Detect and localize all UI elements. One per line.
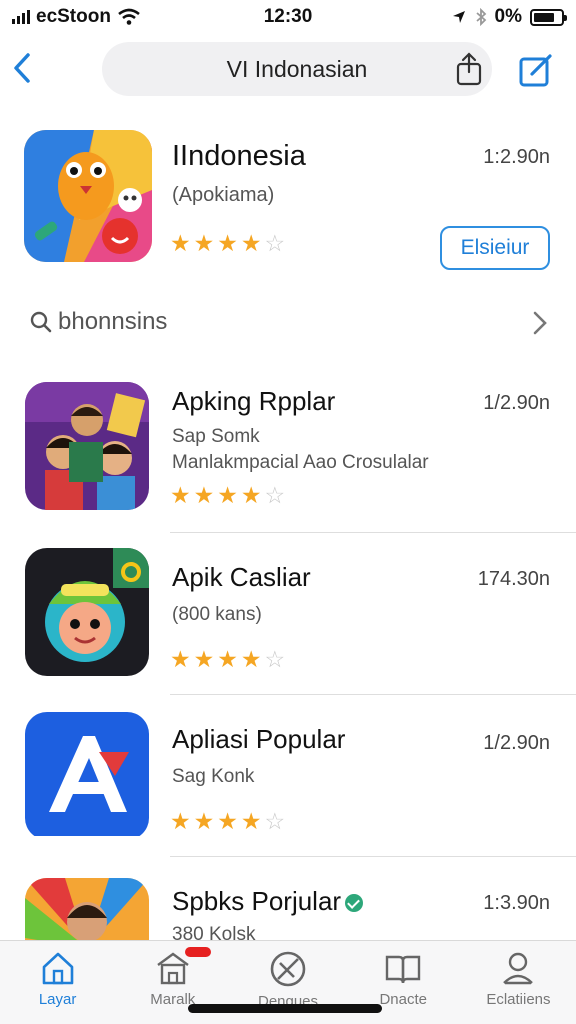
search-field[interactable]: VI Indonasian xyxy=(102,42,492,96)
status-right: 0% xyxy=(451,6,567,28)
divider xyxy=(170,694,576,695)
location-icon xyxy=(452,11,465,23)
star-icon: ★ xyxy=(170,646,191,672)
battery-percent: 0% xyxy=(494,6,522,27)
star-icon: ★ xyxy=(170,230,191,256)
app-subtitle: Sap Somk xyxy=(172,426,260,447)
list-item[interactable]: Apliasi Popular Sag Konk ★ ★ ★ ★ ☆ 1/2.90n xyxy=(0,702,576,862)
status-left: ecStoon xyxy=(12,6,212,28)
star-icon: ☆ xyxy=(264,230,286,256)
app-title-text: Spbks Porjular xyxy=(172,886,342,916)
chevron-left-icon xyxy=(14,53,30,83)
list-item[interactable]: Spbks Porjular 380 Kolsk 1:3.90n xyxy=(0,870,576,940)
star-icon: ☆ xyxy=(264,482,286,508)
star-icon: ★ xyxy=(193,482,215,508)
star-icon: ★ xyxy=(170,808,191,834)
app-icon[interactable] xyxy=(25,382,149,510)
battery-icon xyxy=(530,8,567,26)
tab-layar[interactable]: Layar xyxy=(0,941,115,1024)
carrier-label: ecStoon xyxy=(36,6,111,27)
star-icon: ☆ xyxy=(264,808,286,834)
compose-button[interactable] xyxy=(516,50,556,90)
star-icon: ★ xyxy=(217,482,238,508)
person-icon xyxy=(503,952,534,985)
app-description: Manlakmpacial Aao Crosulalar xyxy=(172,452,429,473)
star-icon: ★ xyxy=(170,482,191,508)
app-size: 1:3.90n xyxy=(483,892,550,914)
list-item[interactable]: Apik Casliar (800 kans) ★ ★ ★ ★ ☆ 174.30n xyxy=(0,538,576,698)
home-indicator[interactable] xyxy=(188,1004,382,1013)
app-size: 1/2.90n xyxy=(483,732,550,754)
star-icon: ★ xyxy=(193,808,215,834)
back-button[interactable] xyxy=(6,48,38,88)
app-subtitle: 380 Kolsk xyxy=(172,924,256,940)
search-icon xyxy=(30,311,52,333)
signal-icon xyxy=(12,10,30,24)
star-icon: ☆ xyxy=(264,646,286,672)
star-icon: ★ xyxy=(217,230,238,256)
tab-label: Eclatiiens xyxy=(486,991,551,1008)
app-icon[interactable] xyxy=(25,878,149,940)
app-subtitle: (800 kans) xyxy=(172,604,262,625)
featured-app-size: 1:2.90n xyxy=(483,146,550,168)
star-icon: ★ xyxy=(240,808,262,834)
featured-app-subtitle: (Apokiama) xyxy=(172,184,275,206)
featured-app[interactable]: IIndonesia (Apokiama) ★ ★ ★ ★ ☆ 1:2.90n Elsi… xyxy=(0,128,576,278)
app-icon[interactable] xyxy=(25,548,149,676)
featured-app-icon[interactable] xyxy=(24,130,152,262)
divider xyxy=(170,856,576,857)
star-icon: ★ xyxy=(240,482,262,508)
home-icon xyxy=(42,952,73,985)
wifi-icon xyxy=(118,8,140,25)
app-icon[interactable] xyxy=(25,712,149,840)
app-title: Apik Casliar xyxy=(172,562,311,592)
star-icon: ★ xyxy=(193,230,215,256)
star-rating: ★ ★ ★ ★ ☆ xyxy=(170,648,285,671)
nav-bar: VI Indonasian xyxy=(0,40,576,98)
star-icon: ★ xyxy=(240,646,262,672)
share-icon xyxy=(456,52,482,86)
app-size: 174.30n xyxy=(477,568,550,590)
search-text: VI Indonasian xyxy=(226,55,368,82)
section-title-text: bhonnsins xyxy=(58,308,168,335)
section-title: bhonnsins xyxy=(30,308,167,336)
star-icon: ★ xyxy=(217,646,238,672)
star-rating: ★ ★ ★ ★ ☆ xyxy=(170,810,285,833)
section-header[interactable]: bhonnsins xyxy=(0,302,576,342)
status-bar: ecStoon 12:30 0% xyxy=(0,0,576,34)
compose-icon xyxy=(519,54,552,87)
bluetooth-icon xyxy=(475,8,486,26)
star-rating: ★ ★ ★ ★ ☆ xyxy=(170,232,285,255)
blocked-icon xyxy=(270,951,306,987)
star-icon: ★ xyxy=(193,646,215,672)
app-size: 1/2.90n xyxy=(483,392,550,414)
install-button[interactable]: Elsieiur xyxy=(440,226,550,270)
app-title: Apking Rpplar xyxy=(172,386,336,416)
notification-badge xyxy=(185,947,212,957)
chevron-right-icon xyxy=(533,311,547,335)
list-item[interactable]: Apking Rpplar Sap Somk Manlakmpacial Aao… xyxy=(0,372,576,533)
star-icon: ★ xyxy=(240,230,262,256)
tab-eclatiiens[interactable]: Eclatiiens xyxy=(461,941,576,1024)
app-title: Spbks Porjular xyxy=(172,886,364,917)
app-title: Apliasi Popular xyxy=(172,724,346,754)
verified-icon xyxy=(345,894,364,913)
tab-label: Layar xyxy=(38,991,77,1008)
divider xyxy=(170,532,576,533)
tab-label: Dnacte xyxy=(379,991,427,1008)
star-rating: ★ ★ ★ ★ ☆ xyxy=(170,484,285,507)
app-subtitle: Sag Konk xyxy=(172,766,255,787)
featured-app-title: IIndonesia xyxy=(172,140,306,172)
book-icon xyxy=(386,955,421,984)
share-button[interactable] xyxy=(452,52,486,86)
star-icon: ★ xyxy=(217,808,238,834)
